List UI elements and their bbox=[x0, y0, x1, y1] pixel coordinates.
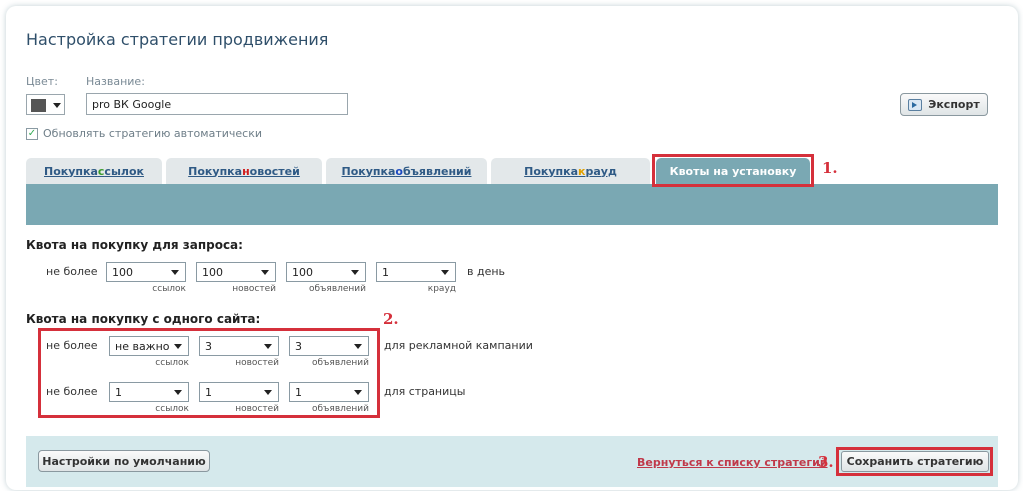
tab-label-prefix: Покупка bbox=[44, 164, 98, 178]
request-news-caption: новостей bbox=[232, 284, 276, 294]
page-links-select[interactable]: 1 bbox=[109, 382, 189, 402]
page-news-caption: новостей bbox=[235, 404, 279, 414]
page-title: Настройка стратегии продвижения bbox=[26, 30, 329, 49]
page-links-caption: ссылок bbox=[155, 404, 189, 414]
highlight-box-1 bbox=[652, 154, 814, 187]
back-to-strategies-link[interactable]: Вернуться к списку стратегий bbox=[637, 456, 828, 469]
request-crowd-select[interactable]: 1 bbox=[376, 262, 456, 282]
tab-label-rest: бъявлений bbox=[402, 164, 472, 178]
export-label: Экспорт bbox=[928, 98, 980, 111]
campaign-row-prefix: не более bbox=[46, 339, 98, 352]
color-picker[interactable] bbox=[26, 94, 65, 115]
request-quota-heading: Квота на покупку для запроса: bbox=[26, 238, 243, 252]
tab-label-prefix: Покупка bbox=[524, 164, 579, 178]
default-settings-button[interactable]: Настройки по умолчанию bbox=[38, 450, 210, 472]
tab-label-rest: рауд bbox=[585, 164, 617, 178]
tab-buy-news[interactable]: Покупка н овостей bbox=[166, 158, 322, 184]
tab-label-prefix: Покупка bbox=[341, 164, 396, 178]
tab-label-hotkey: к bbox=[578, 164, 586, 178]
strategy-name-input[interactable] bbox=[86, 93, 348, 115]
request-quota-suffix: в день bbox=[467, 265, 506, 278]
request-ads-select[interactable]: 100 bbox=[286, 262, 366, 282]
tab-label-hotkey: н bbox=[242, 164, 250, 178]
marker-1: 1. bbox=[822, 159, 838, 177]
tab-label-hotkey: о bbox=[395, 164, 403, 178]
tab-label-rest: овостей bbox=[249, 164, 300, 178]
campaign-news-caption: новостей bbox=[235, 358, 279, 368]
tab-label-prefix: Покупка bbox=[188, 164, 243, 178]
tab-buy-links[interactable]: Покупка с сылок bbox=[26, 158, 162, 184]
tab-buy-crowd[interactable]: Покупка к рауд bbox=[491, 158, 650, 184]
request-links-caption: ссылок bbox=[152, 284, 186, 294]
page-row-prefix: не более bbox=[46, 385, 98, 398]
chevron-down-icon bbox=[53, 103, 61, 108]
export-icon bbox=[908, 98, 923, 111]
auto-update-checkbox[interactable]: ✓ bbox=[26, 128, 38, 140]
page-row-suffix: для страницы bbox=[384, 385, 466, 398]
request-ads-caption: объявлений bbox=[308, 284, 366, 294]
name-label: Название: bbox=[86, 75, 145, 88]
request-links-select[interactable]: 100 bbox=[106, 262, 186, 282]
tab-content-strip bbox=[26, 184, 998, 225]
campaign-ads-caption: объявлений bbox=[311, 358, 369, 368]
campaign-news-select[interactable]: 3 bbox=[199, 336, 279, 356]
request-quota-prefix: не более bbox=[46, 265, 98, 278]
page-ads-select[interactable]: 1 bbox=[289, 382, 369, 402]
marker-3: 3. bbox=[818, 453, 834, 471]
campaign-ads-select[interactable]: 3 bbox=[289, 336, 369, 356]
export-button[interactable]: Экспорт bbox=[900, 93, 988, 116]
page-news-select[interactable]: 1 bbox=[199, 382, 279, 402]
auto-update-label: Обновлять стратегию автоматически bbox=[43, 127, 262, 140]
site-quota-heading: Квота на покупку с одного сайта: bbox=[26, 312, 261, 326]
save-strategy-button[interactable]: Сохранить стратегию bbox=[841, 451, 989, 472]
tab-label-rest: сылок bbox=[104, 164, 144, 178]
campaign-row-suffix: для рекламной кампании bbox=[384, 339, 533, 352]
page-ads-caption: объявлений bbox=[311, 404, 369, 414]
marker-2: 2. bbox=[383, 310, 399, 328]
request-crowd-caption: крауд bbox=[427, 284, 456, 294]
campaign-links-caption: ссылок bbox=[155, 358, 189, 368]
color-label: Цвет: bbox=[26, 75, 58, 88]
tab-buy-ads[interactable]: Покупка о бъявлений bbox=[326, 158, 487, 184]
color-swatch bbox=[31, 99, 46, 112]
request-news-select[interactable]: 100 bbox=[196, 262, 276, 282]
campaign-links-select[interactable]: не важно bbox=[109, 336, 189, 356]
